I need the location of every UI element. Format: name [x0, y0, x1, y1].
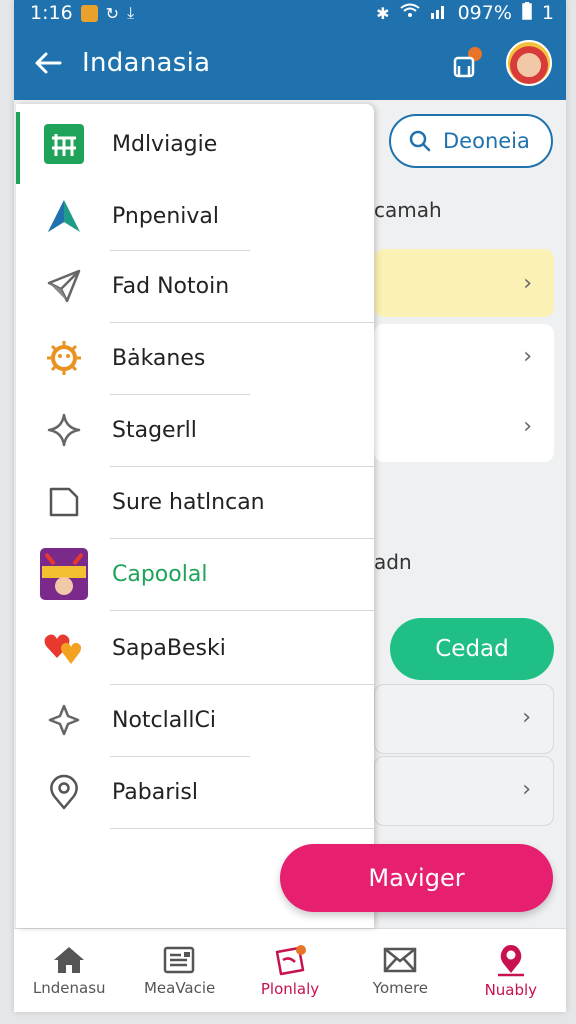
primary-action-button[interactable]: Cedad: [390, 618, 554, 680]
star-outline-icon: [16, 684, 112, 756]
notifications-button[interactable]: [448, 43, 488, 83]
drawer-item-label: Capoolal: [112, 561, 208, 587]
divider: [110, 610, 374, 611]
wifi-icon: [399, 3, 420, 23]
nav-item-home[interactable]: Lndenasu: [14, 929, 124, 1012]
status-extra: 1: [541, 2, 554, 24]
divider: [110, 828, 374, 829]
profile-pin-icon: [497, 944, 524, 976]
page-title: Indanasia: [82, 48, 211, 78]
back-button[interactable]: [14, 26, 82, 100]
sun-face-icon: [16, 322, 112, 394]
drawer-item-notclallci[interactable]: NotclallCi: [16, 684, 374, 756]
home-icon: [54, 946, 85, 973]
sync-icon: ↻: [105, 3, 120, 23]
grid-logo-icon: [16, 108, 112, 180]
send-icon: [16, 250, 112, 322]
drawer-item-bakanes[interactable]: Bȧkanes: [16, 322, 374, 394]
status-time: 1:16: [30, 2, 73, 24]
drawer-item-label: Sure hatlncan: [112, 489, 265, 515]
app-bar: Indanasia: [14, 26, 566, 100]
chevron-right-icon: ›: [522, 777, 531, 802]
nav-label: Yomere: [372, 978, 429, 997]
section-text-1: camah: [374, 198, 442, 222]
highlight-card[interactable]: ›: [374, 249, 554, 317]
outlined-card[interactable]: ›: [374, 756, 554, 826]
phone-screen: 1:16 ↻ ⤓ ✱ 097% 1 Indanasia Deoneia cama…: [14, 0, 566, 1012]
drawer-item-pabarisl[interactable]: Pabarisl: [16, 756, 374, 828]
drawer-item-label: Mdlviagie: [112, 131, 218, 157]
status-bar: 1:16 ↻ ⤓ ✱ 097% 1: [14, 0, 566, 26]
drawer-item-label: Bȧkanes: [112, 345, 206, 371]
mountain-icon: [16, 180, 112, 252]
search-button[interactable]: Deoneia: [389, 114, 553, 168]
nav-label: Lndenasu: [32, 978, 106, 997]
nav-item-mail[interactable]: Yomere: [345, 929, 455, 1012]
drawer-item-label: Pabarisl: [112, 779, 198, 805]
chevron-right-icon[interactable]: ›: [523, 344, 532, 369]
news-icon: [163, 946, 194, 973]
nav-label: Nuably: [484, 980, 538, 999]
drawer-item-fad-notoin[interactable]: Fad Notoin: [16, 250, 374, 322]
floating-action-button[interactable]: Maviger: [280, 844, 553, 912]
game-art-icon: [16, 538, 112, 610]
ticket-icon: [275, 944, 307, 975]
user-avatar[interactable]: [506, 40, 552, 86]
bottom-navigation: Lndenasu MeaVacie Plonlaly Yomere Nuably: [14, 928, 566, 1012]
chevron-right-icon: ›: [523, 271, 532, 296]
location-pin-icon: [16, 756, 112, 828]
hearts-icon: [16, 612, 112, 684]
drawer-item-capoolal[interactable]: Capoolal: [16, 538, 374, 610]
back-arrow-icon: [35, 52, 62, 74]
drawer-item-label: NotclallCi: [112, 707, 216, 733]
nav-label: MeaVacie: [143, 978, 216, 997]
drawer-item-label: Fad Notoin: [112, 273, 230, 299]
status-left: 1:16 ↻ ⤓: [30, 2, 134, 24]
note-icon: [16, 466, 112, 538]
section-text-2: adn: [374, 550, 412, 574]
outlined-card[interactable]: ›: [374, 684, 554, 754]
chevron-right-icon[interactable]: ›: [523, 414, 532, 439]
signal-icon: [430, 3, 448, 23]
nav-item-news[interactable]: MeaVacie: [124, 929, 234, 1012]
list-card: › ›: [374, 324, 554, 462]
character-badge-icon: [453, 47, 482, 78]
battery-level: 097%: [457, 2, 512, 24]
download-icon: ⤓: [127, 3, 135, 22]
battery-icon: [522, 2, 532, 24]
sparkle-icon: [16, 394, 112, 466]
search-icon: [409, 130, 431, 152]
notification-app-icon: [80, 4, 98, 22]
drawer-item-sure-hatlncan[interactable]: Sure hatlncan: [16, 466, 374, 538]
drawer-item-stagerll[interactable]: Stagerll: [16, 394, 374, 466]
app-bar-actions: [448, 40, 566, 86]
bluetooth-icon: ✱: [376, 3, 390, 23]
navigation-drawer: Mdlviagie Pnpenival Fad Notoin Bȧkanes: [16, 104, 374, 928]
drawer-item-mdlviagie[interactable]: Mdlviagie: [16, 108, 374, 180]
mail-icon: [384, 947, 417, 972]
drawer-item-sapabeski[interactable]: SapaBeski: [16, 612, 374, 684]
drawer-item-label: SapaBeski: [112, 635, 226, 661]
chevron-right-icon: ›: [522, 705, 531, 730]
status-right: ✱ 097% 1: [376, 2, 554, 24]
nav-item-ticket[interactable]: Plonlaly: [235, 929, 345, 1012]
drawer-item-label: Stagerll: [112, 417, 197, 443]
drawer-item-pnpenival[interactable]: Pnpenival: [16, 180, 374, 252]
search-label: Deoneia: [443, 129, 530, 153]
nav-label: Plonlaly: [260, 979, 320, 998]
nav-item-profile[interactable]: Nuably: [456, 929, 566, 1012]
drawer-item-label: Pnpenival: [112, 203, 219, 229]
